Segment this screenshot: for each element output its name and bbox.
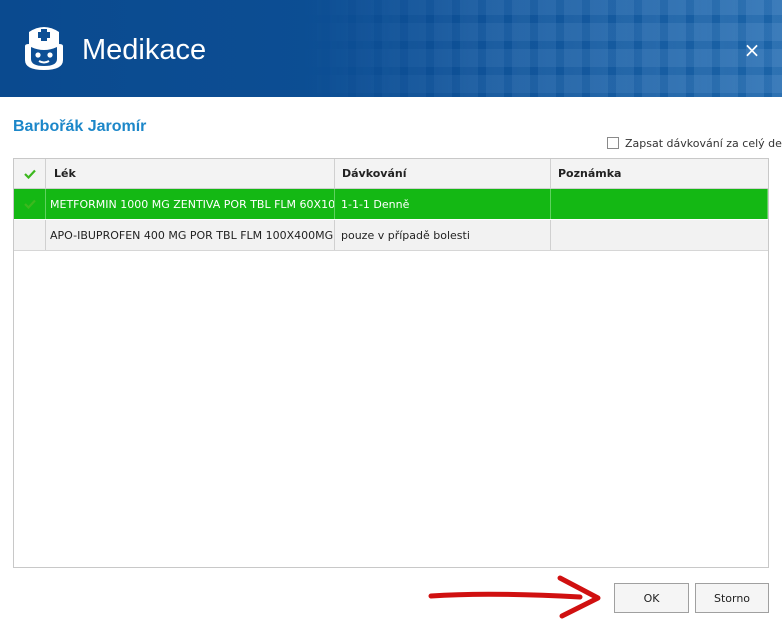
nurse-icon — [25, 27, 63, 70]
header-poznamka[interactable]: Poznámka — [551, 159, 768, 188]
whole-day-checkbox[interactable] — [607, 137, 619, 149]
patient-name: Barbořák Jaromír — [13, 118, 147, 135]
red-arrow-annotation — [428, 575, 601, 619]
storno-button[interactable]: Storno — [695, 583, 769, 613]
ok-button[interactable]: OK — [614, 583, 689, 613]
grid-header: Lék Dávkování Poznámka — [14, 159, 768, 189]
whole-day-label: Zapsat dávkování za celý den — [625, 136, 782, 150]
row-select-cell[interactable] — [14, 220, 46, 250]
header-lek[interactable]: Lék — [46, 159, 335, 188]
whole-day-option[interactable]: Zapsat dávkování za celý den — [607, 135, 782, 151]
cell-davkovani[interactable]: 1-1-1 Denně — [335, 189, 551, 219]
header-select-column[interactable] — [14, 159, 46, 188]
cell-lek[interactable]: APO-IBUPROFEN 400 MG POR TBL FLM 100X400… — [46, 220, 335, 250]
cell-poznamka[interactable] — [551, 189, 768, 219]
title-bar: Medikace × — [0, 0, 782, 97]
cell-davkovani[interactable]: pouze v případě bolesti — [335, 220, 551, 250]
cell-poznamka[interactable] — [551, 220, 768, 250]
table-row[interactable]: APO-IBUPROFEN 400 MG POR TBL FLM 100X400… — [14, 220, 768, 251]
medication-grid: Lék Dávkování Poznámka METFORMIN 1000 MG… — [13, 158, 769, 568]
table-row[interactable]: METFORMIN 1000 MG ZENTIVA POR TBL FLM 60… — [14, 189, 768, 219]
window-title: Medikace — [82, 34, 207, 66]
close-button[interactable]: × — [738, 38, 766, 62]
check-icon — [23, 199, 36, 209]
title-bar-pattern — [300, 0, 782, 97]
row-select-cell[interactable] — [14, 189, 46, 219]
header-davkovani[interactable]: Dávkování — [335, 159, 551, 188]
check-icon — [23, 169, 36, 179]
cell-lek[interactable]: METFORMIN 1000 MG ZENTIVA POR TBL FLM 60… — [46, 189, 335, 219]
